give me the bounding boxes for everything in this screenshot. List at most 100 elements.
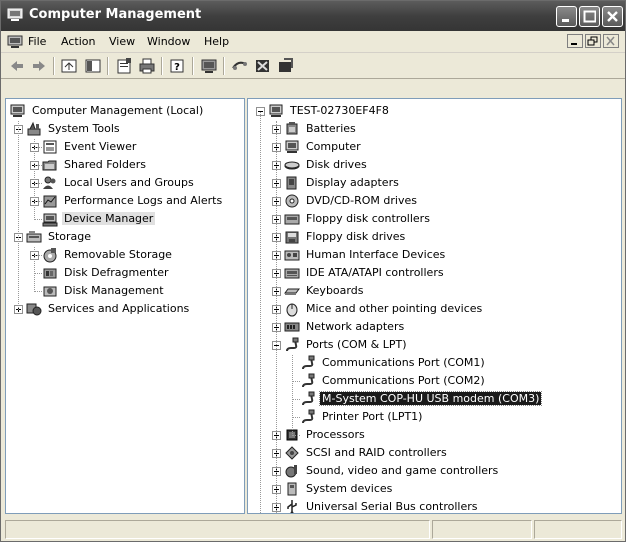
device-node-system-devices[interactable]: System devices bbox=[248, 481, 621, 498]
device-node-computer[interactable]: Computer bbox=[248, 139, 621, 156]
device-node-dvd-drive[interactable]: DVD/CD-ROM drives bbox=[248, 193, 621, 210]
child-close-button[interactable] bbox=[603, 34, 619, 48]
device-node-ide-controller[interactable]: IDE ATA/ATAPI controllers bbox=[248, 265, 621, 282]
console-node-computer-management[interactable]: Computer Management (Local) bbox=[6, 103, 244, 120]
device-node-batteries[interactable]: Batteries bbox=[248, 121, 621, 138]
console-node-storage[interactable]: Storage bbox=[6, 229, 244, 246]
device-node-keyboard[interactable]: Keyboards bbox=[248, 283, 621, 300]
forward-button[interactable] bbox=[29, 56, 49, 76]
tree-node-label[interactable]: Removable Storage bbox=[62, 248, 174, 261]
tree-node-label[interactable]: Network adapters bbox=[304, 320, 406, 333]
menu-action[interactable]: Action bbox=[61, 35, 95, 48]
tree-node-label[interactable]: Display adapters bbox=[304, 176, 401, 189]
tree-node-label[interactable]: Disk drives bbox=[304, 158, 369, 171]
device-node-floppy-drive[interactable]: Floppy disk drives bbox=[248, 229, 621, 246]
maximize-button[interactable] bbox=[579, 6, 600, 27]
tree-node-label[interactable]: Communications Port (COM2) bbox=[320, 374, 487, 387]
show-hide-tree-button[interactable] bbox=[83, 56, 103, 76]
tree-node-label[interactable]: Computer bbox=[304, 140, 363, 153]
tree-node-label[interactable]: System devices bbox=[304, 482, 394, 495]
device-tree-pane[interactable]: TEST-02730EF4F8 Batteries Computer Disk dri… bbox=[247, 98, 622, 514]
tree-node-label[interactable]: Floppy disk controllers bbox=[304, 212, 432, 225]
device-node-processor[interactable]: Processors bbox=[248, 427, 621, 444]
disable-button[interactable] bbox=[253, 56, 273, 76]
tree-node-label[interactable]: System Tools bbox=[46, 122, 122, 135]
device-node-port[interactable]: Communications Port (COM1) bbox=[248, 355, 621, 372]
device-node-floppy-controller[interactable]: Floppy disk controllers bbox=[248, 211, 621, 228]
tree-node-label[interactable]: Communications Port (COM1) bbox=[320, 356, 487, 369]
uninstall-button[interactable] bbox=[276, 56, 296, 76]
tree-node-label[interactable]: Device Manager bbox=[62, 212, 156, 225]
menu-file[interactable]: File bbox=[28, 35, 46, 48]
properties-button[interactable] bbox=[114, 56, 134, 76]
tree-node-label[interactable]: Computer Management (Local) bbox=[30, 104, 205, 117]
up-icon bbox=[61, 59, 77, 73]
device-node-scsi-controller[interactable]: SCSI and RAID controllers bbox=[248, 445, 621, 462]
device-node-mouse[interactable]: Mice and other pointing devices bbox=[248, 301, 621, 318]
tree-node-label[interactable]: Event Viewer bbox=[62, 140, 138, 153]
tree-node-label[interactable]: Human Interface Devices bbox=[304, 248, 447, 261]
tree-node-label[interactable]: Ports (COM & LPT) bbox=[304, 338, 409, 351]
computer-management-app-icon[interactable] bbox=[7, 8, 23, 22]
tree-node-label[interactable]: Batteries bbox=[304, 122, 358, 135]
tree-node-label[interactable]: Services and Applications bbox=[46, 302, 191, 315]
device-node-port[interactable]: Printer Port (LPT1) bbox=[248, 409, 621, 426]
tree-node-label[interactable]: TEST-02730EF4F8 bbox=[288, 104, 391, 117]
tree-node-label[interactable]: Processors bbox=[304, 428, 367, 441]
toolbar-separator bbox=[53, 57, 55, 75]
tree-node-label[interactable]: Sound, video and game controllers bbox=[304, 464, 500, 477]
computer-icon bbox=[268, 103, 284, 119]
tree-node-label[interactable]: Disk Management bbox=[62, 284, 166, 297]
tree-node-label[interactable]: IDE ATA/ATAPI controllers bbox=[304, 266, 446, 279]
console-tree-pane[interactable]: Computer Management (Local) System Tools E… bbox=[5, 98, 245, 514]
device-node-port[interactable]: M-System COP-HU USB modem (COM3) bbox=[248, 391, 621, 408]
port-icon bbox=[300, 355, 316, 371]
tree-node-label[interactable]: Disk Defragmenter bbox=[62, 266, 171, 279]
tree-node-label[interactable]: Storage bbox=[46, 230, 93, 243]
print-button[interactable] bbox=[137, 56, 157, 76]
back-button[interactable] bbox=[7, 56, 27, 76]
menu-help[interactable]: Help bbox=[204, 35, 229, 48]
tree-node-label[interactable]: Mice and other pointing devices bbox=[304, 302, 484, 315]
up-button[interactable] bbox=[59, 56, 79, 76]
title-bar[interactable]: Computer Management bbox=[1, 1, 625, 31]
event-viewer-icon bbox=[42, 139, 58, 155]
child-window-icon[interactable] bbox=[7, 35, 23, 49]
menu-window[interactable]: Window bbox=[147, 35, 190, 48]
port-icon bbox=[300, 373, 316, 389]
port-icon bbox=[300, 391, 316, 407]
device-node-computer[interactable]: TEST-02730EF4F8 bbox=[248, 103, 621, 120]
tree-node-label[interactable]: DVD/CD-ROM drives bbox=[304, 194, 419, 207]
console-node-services[interactable]: Services and Applications bbox=[6, 301, 244, 318]
help-button[interactable]: ? bbox=[168, 56, 188, 76]
menu-view[interactable]: View bbox=[109, 35, 135, 48]
device-node-hid[interactable]: Human Interface Devices bbox=[248, 247, 621, 264]
child-restore-button[interactable] bbox=[585, 34, 601, 48]
tree-node-label[interactable]: M-System COP-HU USB modem (COM3) bbox=[318, 391, 543, 406]
device-node-network-adapter[interactable]: Network adapters bbox=[248, 319, 621, 336]
child-minimize-button[interactable] bbox=[567, 34, 583, 48]
tree-node-label[interactable]: Floppy disk drives bbox=[304, 230, 407, 243]
tree-node-label[interactable]: Local Users and Groups bbox=[62, 176, 196, 189]
tree-node-label[interactable]: Printer Port (LPT1) bbox=[320, 410, 424, 423]
restore-icon bbox=[587, 36, 598, 46]
console-node-system-tools[interactable]: System Tools bbox=[6, 121, 244, 138]
tree-node-label[interactable]: Performance Logs and Alerts bbox=[62, 194, 224, 207]
tree-node-label[interactable]: Keyboards bbox=[304, 284, 365, 297]
device-node-port[interactable]: Communications Port (COM2) bbox=[248, 373, 621, 390]
update-driver-button[interactable] bbox=[230, 56, 250, 76]
show-hide-tree-icon bbox=[85, 59, 101, 73]
device-node-port[interactable]: Ports (COM & LPT) bbox=[248, 337, 621, 354]
device-node-usb[interactable]: Universal Serial Bus controllers bbox=[248, 499, 621, 513]
close-icon bbox=[606, 36, 615, 46]
tree-node-label[interactable]: Shared Folders bbox=[62, 158, 148, 171]
display-adapter-icon bbox=[284, 175, 300, 191]
tree-node-label[interactable]: SCSI and RAID controllers bbox=[304, 446, 449, 459]
scan-hardware-button[interactable] bbox=[199, 56, 219, 76]
close-button[interactable] bbox=[602, 6, 623, 27]
tree-node-label[interactable]: Universal Serial Bus controllers bbox=[304, 500, 479, 513]
device-node-disk-drive[interactable]: Disk drives bbox=[248, 157, 621, 174]
minimize-button[interactable] bbox=[556, 6, 577, 27]
device-node-sound[interactable]: Sound, video and game controllers bbox=[248, 463, 621, 480]
device-node-display-adapter[interactable]: Display adapters bbox=[248, 175, 621, 192]
